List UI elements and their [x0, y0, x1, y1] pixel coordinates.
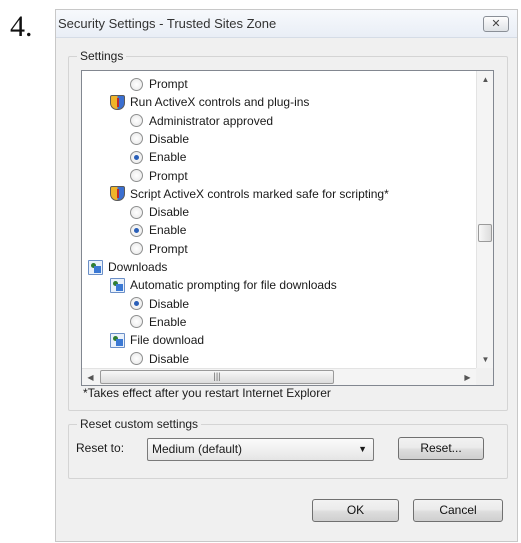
settings-tree-list: Prompt Run ActiveX controls and plug-ins A… — [82, 71, 476, 368]
radio-option[interactable]: Administrator approved — [130, 112, 273, 130]
tree-category[interactable]: Automatic prompting for file downloads — [110, 276, 337, 294]
scroll-right-icon[interactable]: ▶ — [459, 369, 476, 385]
tree-category[interactable]: Run ActiveX controls and plug-ins — [110, 93, 309, 111]
tree-row-label: Disable — [149, 296, 190, 311]
step-number: 4. — [10, 10, 33, 43]
horizontal-scrollbar[interactable]: ◀ ||| ▶ — [82, 368, 476, 385]
tree-row-label: Disable — [149, 351, 190, 366]
ok-button[interactable]: OK — [312, 499, 399, 522]
tree-row-label: File download — [130, 333, 205, 348]
downloads-icon — [88, 259, 103, 275]
radio-option[interactable]: Disable — [130, 203, 189, 221]
tree-category[interactable]: Script ActiveX controls marked safe for … — [110, 185, 389, 203]
settings-tree[interactable]: Prompt Run ActiveX controls and plug-ins A… — [81, 70, 494, 386]
security-settings-dialog: Security Settings - Trusted Sites Zone ✕… — [55, 9, 518, 542]
radio-button[interactable] — [130, 315, 143, 329]
radio-option[interactable]: Enable — [130, 313, 186, 331]
tree-row-label: Administrator approved — [149, 113, 274, 128]
reset-level-select[interactable]: Medium (default) ▼ — [147, 438, 374, 461]
tree-row-label: Prompt — [149, 241, 188, 256]
window-title: Security Settings - Trusted Sites Zone — [58, 16, 277, 31]
radio-button[interactable] — [130, 352, 143, 365]
tree-row-label: Prompt — [149, 168, 188, 183]
tree-section[interactable]: Downloads — [88, 258, 167, 276]
downloads-icon — [110, 332, 125, 348]
dropdown-arrow-icon: ▼ — [358, 444, 367, 454]
reset-level-value: Medium (default) — [152, 442, 243, 456]
settings-group-label: Settings — [77, 49, 127, 63]
tree-row-label: Enable — [149, 223, 187, 238]
radio-button[interactable] — [130, 169, 143, 182]
radio-button[interactable] — [130, 242, 143, 256]
scrollbar-corner — [476, 368, 493, 385]
reset-button[interactable]: Reset... — [398, 437, 484, 460]
shield-icon — [110, 186, 125, 202]
reset-to-label: Reset to: — [76, 441, 125, 455]
downloads-icon — [110, 277, 125, 293]
radio-option[interactable]: Enable — [130, 148, 186, 166]
radio-option[interactable]: Prompt — [130, 167, 188, 185]
vertical-scroll-thumb[interactable] — [478, 224, 492, 242]
radio-option[interactable]: Enable — [130, 221, 186, 239]
tree-row-label: Enable — [149, 150, 187, 165]
radio-button-checked[interactable] — [130, 297, 143, 311]
title-bar: Security Settings - Trusted Sites Zone ✕ — [56, 10, 517, 38]
tree-row-label: Disable — [149, 131, 190, 146]
radio-option[interactable]: Prompt — [130, 75, 188, 93]
tree-row-label: Disable — [149, 205, 190, 220]
restart-note: *Takes effect after you restart Internet… — [83, 386, 331, 400]
tree-row-label: Script ActiveX controls marked safe for … — [130, 186, 389, 201]
radio-button-checked[interactable] — [130, 223, 143, 237]
tree-row-label: Run ActiveX controls and plug-ins — [130, 95, 310, 110]
scroll-left-icon[interactable]: ◀ — [82, 369, 99, 385]
radio-option[interactable]: Disable — [130, 350, 189, 368]
radio-option[interactable]: Disable — [130, 295, 189, 313]
scroll-up-icon[interactable]: ▲ — [477, 71, 493, 88]
radio-button[interactable] — [130, 132, 143, 146]
tree-row-label: Enable — [149, 314, 187, 329]
radio-button[interactable] — [130, 114, 143, 128]
cancel-button[interactable]: Cancel — [413, 499, 503, 522]
tree-row-label: Downloads — [108, 260, 168, 274]
shield-icon — [110, 94, 125, 110]
horizontal-scroll-thumb[interactable]: ||| — [100, 370, 334, 384]
tree-category[interactable]: File download — [110, 331, 204, 349]
radio-button[interactable] — [130, 205, 143, 219]
close-icon[interactable]: ✕ — [483, 16, 509, 32]
tree-row-label: Prompt — [149, 77, 188, 91]
scroll-down-icon[interactable]: ▼ — [477, 351, 493, 368]
radio-option[interactable]: Prompt — [130, 240, 188, 258]
tree-row-label: Automatic prompting for file downloads — [130, 278, 337, 293]
radio-button-checked[interactable] — [130, 150, 143, 164]
radio-button[interactable] — [130, 77, 143, 91]
vertical-scrollbar[interactable]: ▲ ▼ — [476, 71, 493, 368]
radio-option[interactable]: Disable — [130, 130, 189, 148]
reset-group-label: Reset custom settings — [77, 417, 202, 431]
